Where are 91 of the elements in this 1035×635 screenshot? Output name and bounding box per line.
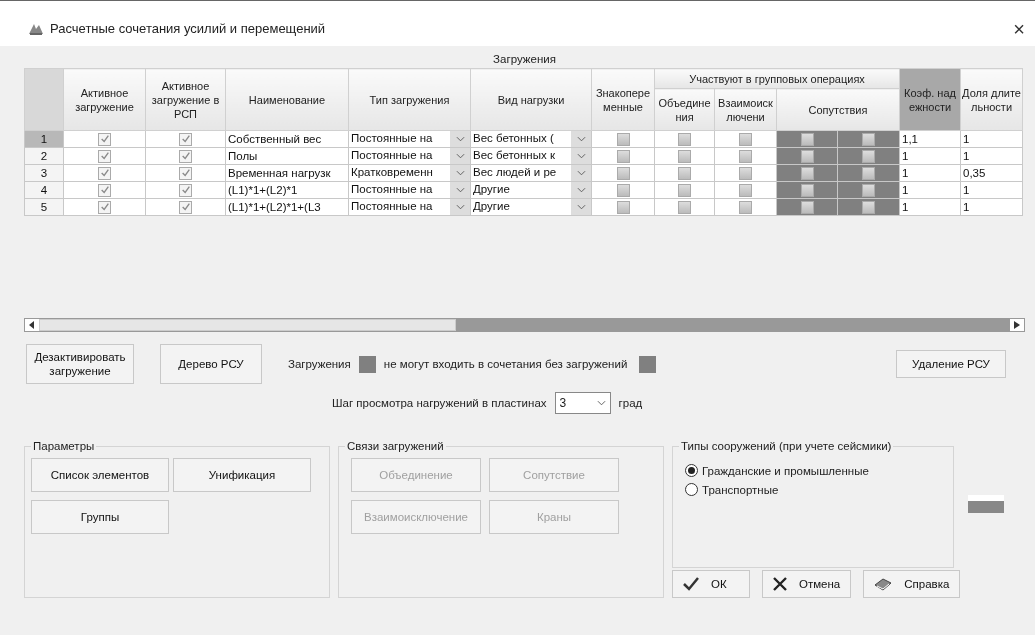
checkbox[interactable] <box>800 132 814 146</box>
radio-button[interactable] <box>685 483 698 496</box>
caret-icon[interactable] <box>450 148 470 164</box>
cancel-button[interactable]: Отмена <box>762 570 852 598</box>
unit-label: град <box>618 397 643 409</box>
column-header: Активное загружение <box>63 68 146 131</box>
checkbox[interactable] <box>98 132 111 146</box>
checkbox[interactable] <box>98 166 111 180</box>
checkbox[interactable] <box>800 200 814 214</box>
action-button[interactable]: Унификация <box>173 458 311 492</box>
checkbox[interactable] <box>739 183 752 197</box>
table-caption: Загружения <box>492 52 557 67</box>
radio-button[interactable] <box>685 464 698 477</box>
scroll-right-icon[interactable] <box>1014 321 1020 329</box>
step-dropdown[interactable]: 3 <box>554 392 611 414</box>
book-icon <box>874 577 893 591</box>
checkbox[interactable] <box>616 166 630 180</box>
checkbox[interactable] <box>800 183 814 197</box>
caret-icon[interactable] <box>450 199 470 215</box>
deactivate-button[interactable]: Дезактивировать загружение <box>26 344 134 384</box>
checkbox[interactable] <box>739 200 752 214</box>
checkbox[interactable] <box>739 149 752 163</box>
checkbox[interactable] <box>616 183 630 197</box>
checkbox[interactable] <box>800 166 814 180</box>
action-button[interactable]: Список элементов <box>31 458 169 492</box>
ok-button[interactable]: ОК <box>672 570 750 598</box>
checkbox[interactable] <box>800 149 814 163</box>
checkbox[interactable] <box>678 200 691 214</box>
step-label: Шаг просмотра нагружений в пластинах <box>332 397 547 409</box>
column-group-header: Участвуют в групповых операциях <box>654 68 900 89</box>
tree-button[interactable]: Дерево РСУ <box>160 344 262 384</box>
caret-icon[interactable] <box>571 131 591 147</box>
caret-icon[interactable] <box>571 165 591 181</box>
checkbox[interactable] <box>678 149 691 163</box>
checkbox[interactable] <box>179 200 192 214</box>
checkbox[interactable] <box>179 149 192 163</box>
column-header: Активное загружение в РСП <box>145 68 226 131</box>
checkbox[interactable] <box>98 200 111 214</box>
checkbox[interactable] <box>98 183 111 197</box>
caret-icon[interactable] <box>450 131 470 147</box>
help-button[interactable]: Справка <box>863 570 961 598</box>
horizontal-scrollbar[interactable] <box>24 318 1025 332</box>
legend-label: Загружения <box>288 358 351 370</box>
column-header: Знакопеременные <box>591 68 655 131</box>
scroll-left-icon[interactable] <box>29 321 35 329</box>
checkbox[interactable] <box>739 166 752 180</box>
column-header: Вид нагрузки <box>470 68 592 131</box>
checkbox[interactable] <box>616 200 630 214</box>
color-swatch <box>358 355 376 373</box>
delete-button[interactable]: Удаление РСУ <box>896 350 1006 378</box>
group-title: Параметры <box>32 440 96 452</box>
cross-icon <box>773 577 787 591</box>
checkbox[interactable] <box>862 132 875 146</box>
close-button[interactable]: × <box>1013 18 1025 39</box>
caret-icon[interactable] <box>450 182 470 198</box>
checkbox[interactable] <box>678 183 691 197</box>
column-header: Доля длительности <box>960 68 1023 131</box>
checkbox[interactable] <box>678 132 691 146</box>
checkbox[interactable] <box>739 132 752 146</box>
checkbox[interactable] <box>179 132 192 146</box>
caret-icon[interactable] <box>571 148 591 164</box>
window-title: Расчетные сочетания усилий и перемещений <box>50 21 327 36</box>
checkbox[interactable] <box>179 166 192 180</box>
group-title: Связи загружений <box>346 440 445 452</box>
column-header: Сопутствия <box>776 88 900 131</box>
group-title: Типы сооружений (при учете сейсмики) <box>680 440 893 452</box>
check-icon <box>683 577 699 591</box>
column-header: Коэф. надежности <box>899 68 961 131</box>
checkbox[interactable] <box>862 183 875 197</box>
checkbox[interactable] <box>98 149 111 163</box>
column-header: Взаимоисключени <box>714 88 777 131</box>
checkbox[interactable] <box>616 149 630 163</box>
checkbox[interactable] <box>862 166 875 180</box>
checkbox[interactable] <box>862 200 875 214</box>
caret-icon[interactable] <box>596 400 606 406</box>
checkbox[interactable] <box>862 149 875 163</box>
checkbox[interactable] <box>616 132 630 146</box>
color-swatch-icon <box>968 495 1004 513</box>
radio-label: Гражданские и промышленные <box>702 464 869 477</box>
legend-text: не могут входить в сочетания без загружений <box>383 358 628 370</box>
radio-label: Транспортные <box>702 483 779 496</box>
checkbox[interactable] <box>179 183 192 197</box>
action-button[interactable]: Группы <box>31 500 169 534</box>
column-header: Объединения <box>654 88 715 131</box>
checkbox[interactable] <box>678 166 691 180</box>
color-swatch <box>639 355 657 373</box>
caret-icon[interactable] <box>571 199 591 215</box>
column-header: Наименование <box>225 68 349 131</box>
caret-icon[interactable] <box>571 182 591 198</box>
caret-icon[interactable] <box>450 165 470 181</box>
column-header: Тип загружения <box>348 68 471 131</box>
